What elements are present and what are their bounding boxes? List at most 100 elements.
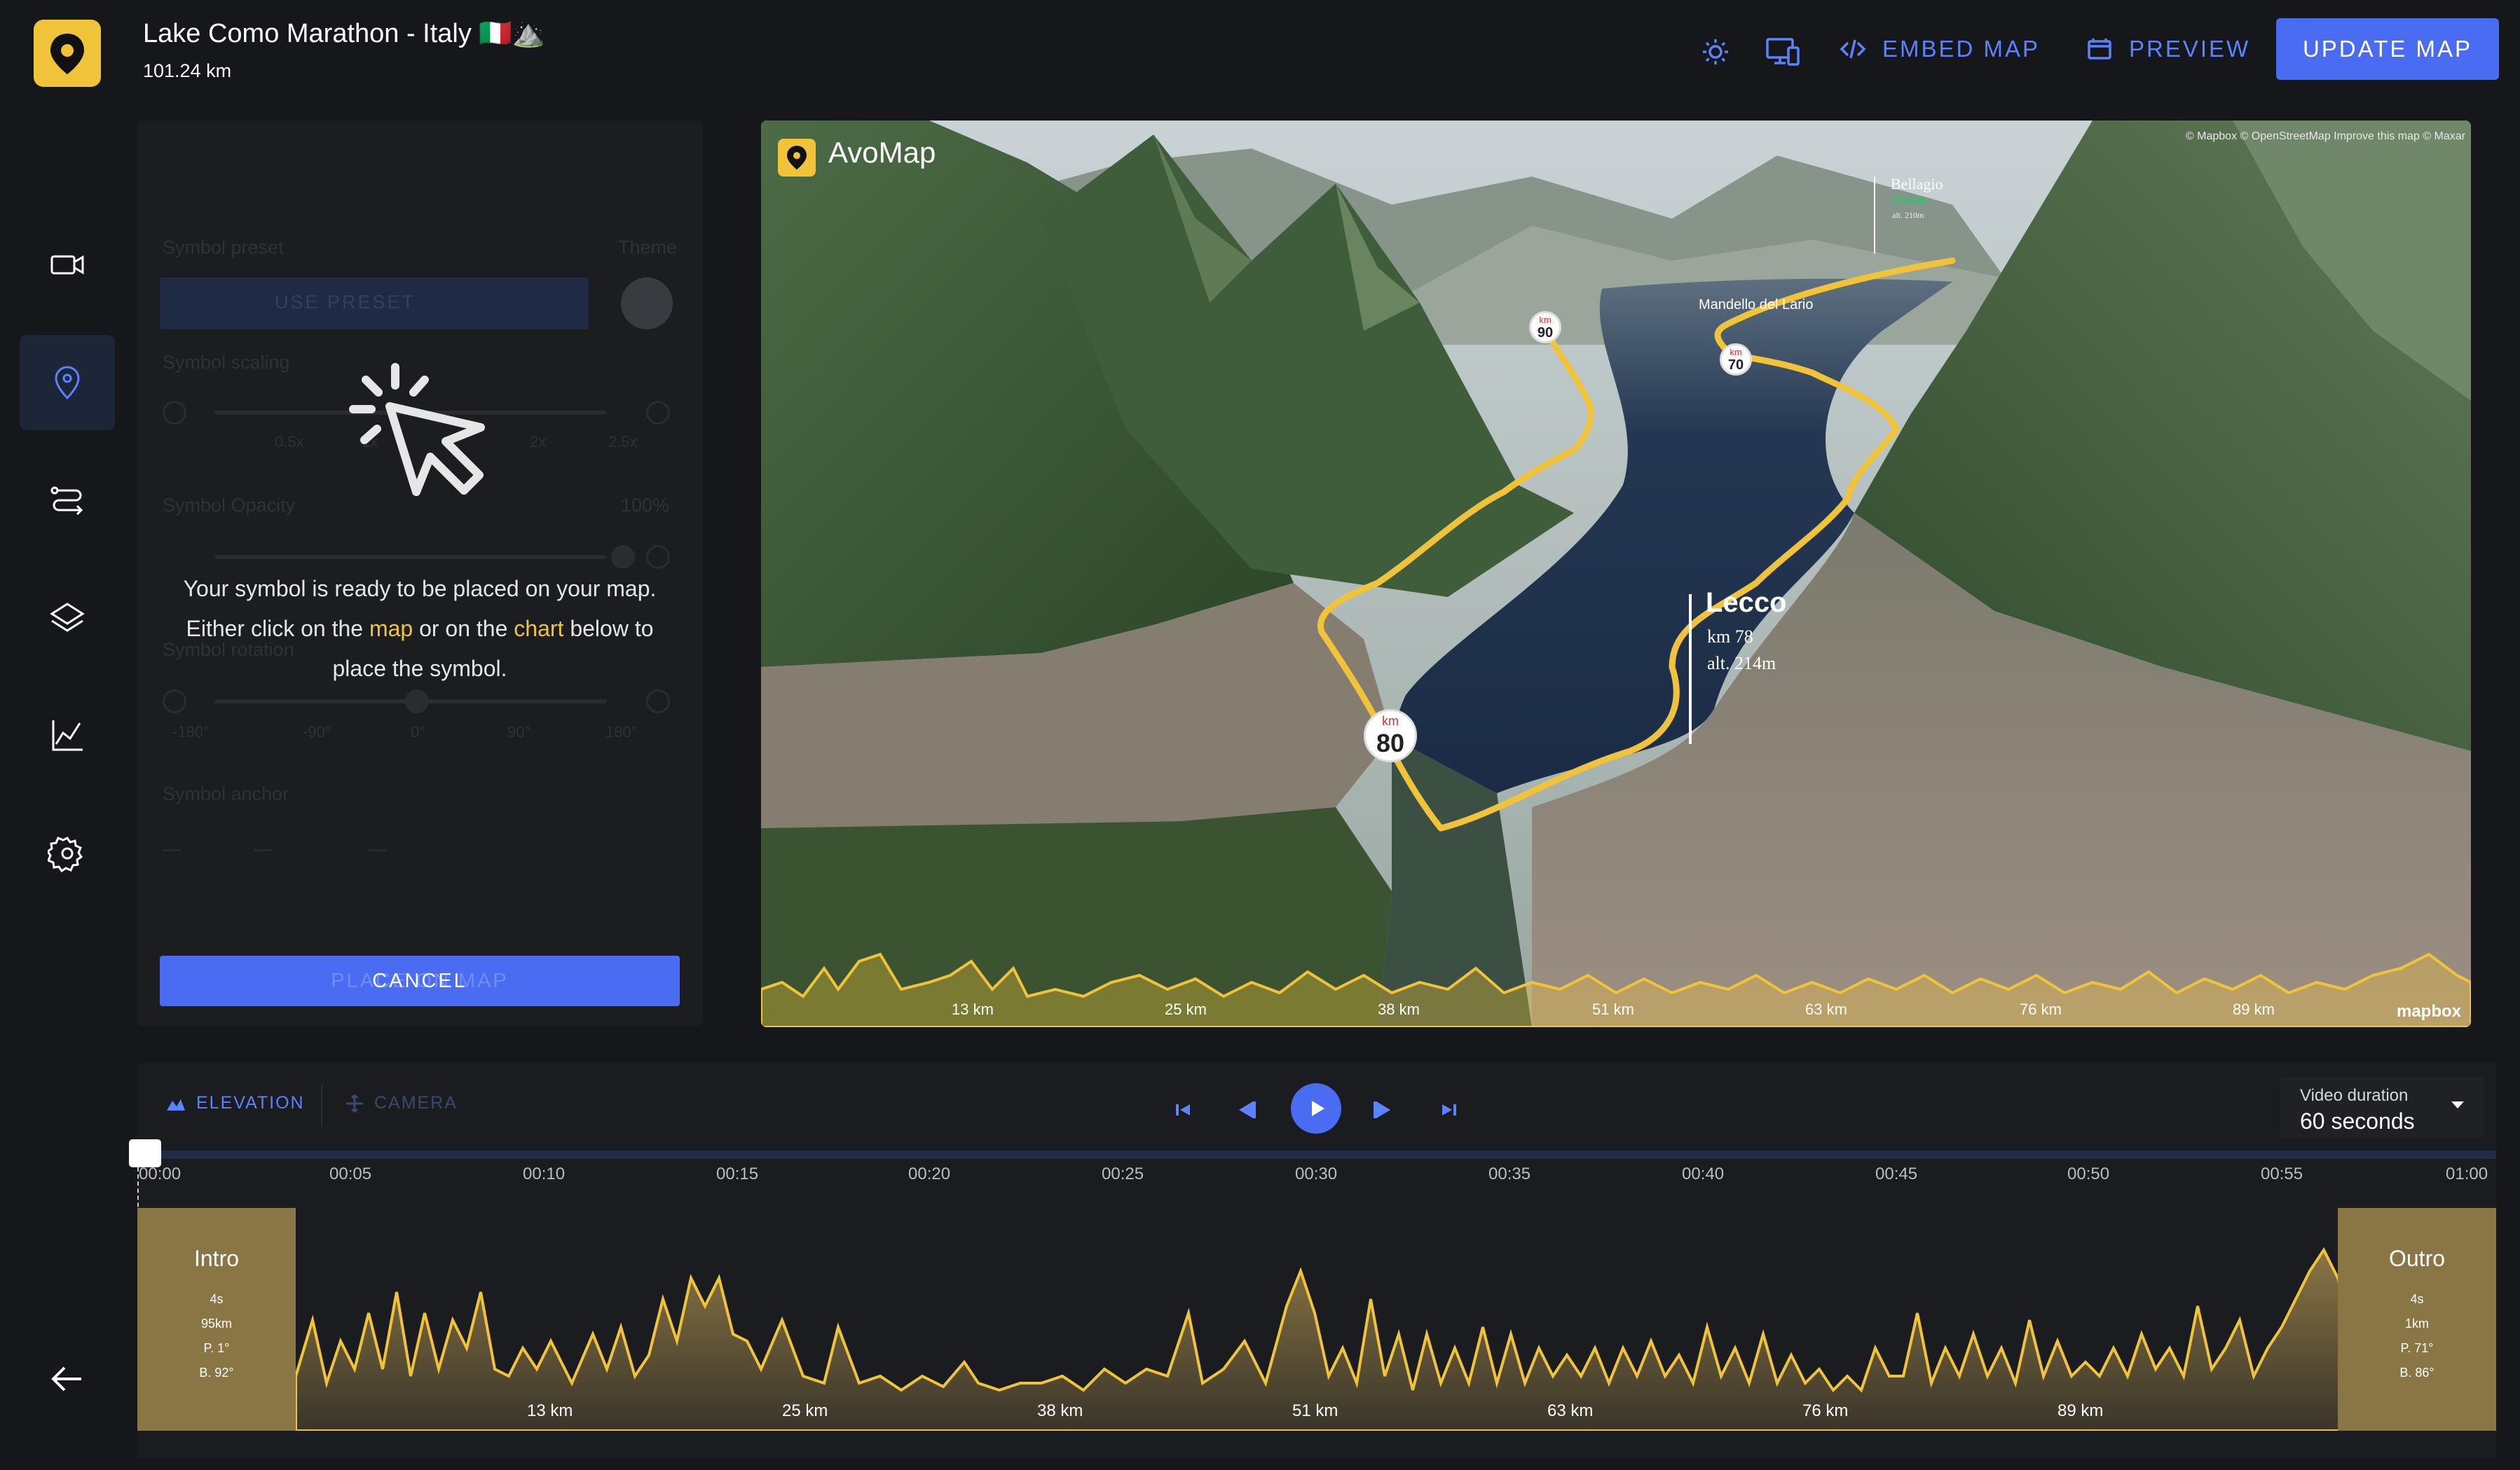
brightness-icon[interactable] [1696,32,1735,71]
avomap-logo[interactable] [34,20,101,87]
instruction-either: Either click on the [186,616,364,641]
ghost-rotation-tick: -90° [303,723,331,741]
video-duration-select[interactable]: Video duration 60 seconds [2280,1078,2484,1138]
layers-icon [50,603,85,632]
symbol-panel: Symbol preset Theme USE PRESET Symbol sc… [137,121,702,1026]
map-km-tick: 89 km [2233,1001,2275,1018]
sidebar-item-symbol[interactable] [20,335,115,430]
elevation-km-tick: 51 km [1292,1401,1338,1420]
elevation-chart[interactable]: Intro 4s 95km P. 1° B. 92° Outro 4s 1km … [137,1208,2496,1431]
km-marker-80[interactable]: km 80 [1364,709,1417,762]
elevation-km-tick: 25 km [782,1401,828,1420]
skip-start-icon [1176,1104,1190,1115]
avomap-map-logo-icon [778,139,816,177]
ghost-rotation-tick: 90° [507,723,531,741]
play-icon [1312,1101,1324,1116]
outro-bearing: B. 86° [2399,1366,2435,1380]
sidebar-item-settings[interactable] [20,806,115,901]
instruction-line-1: Your symbol is ready to be placed on you… [183,576,657,601]
intro-distance: 95km [200,1317,232,1331]
elevation-km-tick: 89 km [2057,1401,2104,1420]
scrubber-handle[interactable] [129,1139,161,1167]
label-mandello: Mandello del Lario [1699,297,1814,312]
time-tick: 00:05 [329,1165,372,1183]
km-marker-unit: km [1539,315,1552,325]
skip-to-end-button[interactable] [1428,1089,1470,1131]
cancel-button[interactable]: PLACE ON MAP CANCEL [160,956,680,1006]
collapse-back-button[interactable] [45,1359,90,1399]
tab-elevation[interactable]: ELEVATION [165,1093,305,1113]
outro-segment[interactable]: Outro 4s 1km P. 71° B. 86° [2338,1208,2496,1431]
label-lecco-alt: alt. 214m [1707,653,1776,673]
sidebar-item-route[interactable] [20,453,115,548]
ghost-scale-tick: 2.5x [608,433,638,451]
preview-button[interactable]: PREVIEW [2086,18,2250,80]
ghost-rotation-tick: -180° [172,723,210,741]
placement-instructions: Your symbol is ready to be placed on you… [137,569,702,689]
tab-elevation-label: ELEVATION [196,1093,305,1113]
label-finish: FINISH [1892,196,1926,207]
instruction-line-3: place the symbol. [332,656,507,681]
intro-title: Intro [193,1246,240,1271]
elevation-km-tick: 38 km [1037,1401,1083,1420]
label-lecco: Lecco [1706,587,1787,618]
cursor-click-icon [349,363,485,496]
video-camera-icon [50,255,84,275]
map-km-tick: 63 km [1805,1001,1847,1018]
map-pin-icon [55,366,80,400]
ghost-anchor-left [163,849,181,851]
step-forward-button[interactable] [1362,1089,1404,1131]
update-map-button[interactable]: UPDATE MAP [2276,18,2499,80]
intro-bearing: B. 92° [199,1366,234,1380]
video-duration-label: Video duration [2300,1086,2409,1105]
sidebar-item-camera[interactable] [20,217,115,312]
arrow-left-icon [51,1366,81,1392]
elevation-km-tick: 13 km [527,1401,573,1420]
map-view[interactable]: AvoMap © Mapbox © OpenStreetMap Improve … [761,121,2471,1027]
ghost-rotation-tick: 180° [605,723,638,741]
ghost-plus-icon [646,545,670,569]
label-lecco-km: km 78 [1707,626,1753,647]
ghost-rotation-tick: 0° [411,723,426,741]
ghost-minus-icon [163,689,186,713]
km-marker-70[interactable]: km 70 [1720,343,1752,376]
map-attribution[interactable]: © Mapbox © OpenStreetMap Improve this ma… [2186,130,2465,143]
step-forward-icon [1374,1101,1390,1118]
ghost-theme-swatch [621,277,673,329]
elevation-km-tick: 76 km [1802,1401,1849,1420]
mapbox-logo[interactable]: mapbox [2397,1002,2461,1022]
sidebar-item-layers[interactable] [20,570,115,666]
time-tick: 00:00 [139,1165,182,1183]
time-tick: 00:25 [1102,1165,1144,1183]
preview-icon [2088,39,2111,60]
route-distance: 101.24 km [143,60,232,81]
preview-label: PREVIEW [2129,36,2251,62]
timeline-panel: ELEVATION CAMERA Video duration 60 secon… [129,1062,2496,1459]
embed-map-button[interactable]: EMBED MAP [1839,18,2040,80]
time-tick: 00:50 [2067,1165,2110,1183]
ghost-plus-icon [646,689,670,713]
instruction-map-link: map [369,616,413,641]
km-marker-90[interactable]: km 90 [1529,311,1561,343]
sidebar-item-chart[interactable] [20,688,115,783]
ghost-anchor-right [369,849,387,851]
map-km-tick: 25 km [1165,1001,1207,1018]
time-tick: 00:20 [908,1165,951,1183]
cancel-label: CANCEL [372,969,467,992]
ghost-plus-icon [646,401,670,425]
outro-distance: 1km [2404,1317,2429,1331]
video-duration-value: 60 seconds [2300,1108,2415,1134]
step-back-button[interactable] [1225,1089,1267,1131]
tab-camera[interactable]: CAMERA [345,1093,458,1113]
skip-end-icon [1442,1104,1456,1115]
tab-divider [321,1085,322,1127]
play-button[interactable] [1291,1083,1341,1134]
devices-icon[interactable] [1763,32,1802,71]
intro-segment[interactable]: Intro 4s 95km P. 1° B. 92° [137,1208,296,1431]
skip-to-start-button[interactable] [1162,1089,1204,1131]
mountain-icon [167,1099,185,1111]
timeline-track[interactable] [137,1150,2496,1159]
ghost-symbol-scaling-label: Symbol scaling [163,352,290,373]
ghost-use-preset-text: USE PRESET [275,291,416,312]
km-marker-unit: km [1730,347,1742,357]
